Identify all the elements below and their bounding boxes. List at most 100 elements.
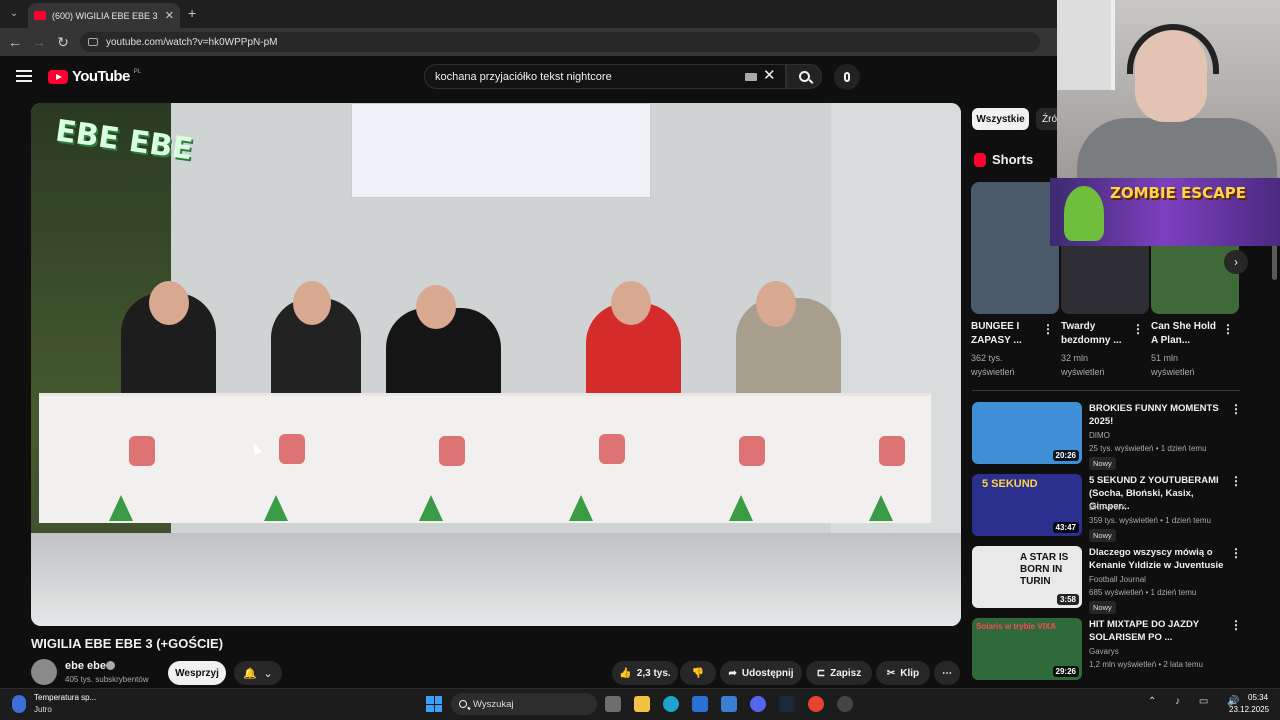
menu-icon[interactable]	[16, 70, 32, 82]
share-icon: ➦	[728, 667, 737, 679]
store-icon[interactable]	[721, 696, 737, 712]
search-input[interactable]: kochana przyjaciółko tekst nightcore	[424, 64, 786, 89]
thumbnail-text: A STAR IS BORN IN TURIN	[1020, 552, 1069, 587]
chip-all[interactable]: Wszystkie	[972, 108, 1029, 130]
task-view-icon[interactable]	[605, 696, 621, 712]
duration-badge: 29:26	[1052, 666, 1079, 677]
weather-title[interactable]: Temperatura sp...	[34, 693, 96, 702]
share-button[interactable]: ➦ Udostępnij	[720, 661, 802, 685]
duration-badge: 43:47	[1052, 522, 1079, 533]
recommended-title[interactable]: BROKIES FUNNY MOMENTS 2025!	[1089, 402, 1229, 428]
video-thumbnail[interactable]: 5 SEKUND 43:47	[972, 474, 1082, 536]
like-button[interactable]: 👍 2,3 tys.	[612, 661, 678, 685]
edge-icon[interactable]	[663, 696, 679, 712]
short-menu-icon[interactable]: ⋮	[1042, 322, 1054, 336]
url-text: youtube.com/watch?v=hk0WPPpN-pM	[106, 36, 278, 48]
mail-icon[interactable]	[692, 696, 708, 712]
duration-badge: 20:26	[1052, 450, 1079, 461]
forward-button[interactable]: →	[30, 34, 48, 50]
people-at-table	[121, 263, 841, 413]
video-thumbnail[interactable]: A STAR IS BORN IN TURIN 3:58	[972, 546, 1082, 608]
short-thumbnail[interactable]	[971, 182, 1059, 314]
browser-tab[interactable]: (600) WIGILIA EBE EBE 3 (+GOŚC ✕	[28, 3, 180, 28]
back-button[interactable]: ←	[6, 34, 24, 50]
subscriber-count: 405 tys. subskrybentów	[65, 675, 149, 684]
duration-badge: 3:58	[1056, 594, 1079, 605]
short-title[interactable]: Can She Hold A Plan...	[1151, 320, 1221, 348]
short-title[interactable]: Twardy bezdomny ...	[1061, 320, 1131, 348]
search-icon	[798, 71, 810, 82]
search-button[interactable]	[786, 64, 822, 89]
recommended-title[interactable]: HIT MIXTAPE DO JAZDY SOLARISEM PO ...	[1089, 618, 1229, 644]
more-actions-button[interactable]: ⋯	[934, 661, 960, 685]
voice-search-button[interactable]	[834, 64, 860, 90]
obs-icon[interactable]	[837, 696, 853, 712]
shorts-title: Shorts	[992, 152, 1034, 167]
keyboard-icon[interactable]	[745, 73, 757, 81]
recommended-channel[interactable]: EKIPA WK	[1089, 503, 1127, 512]
video-player[interactable]: EBE EBE	[31, 103, 961, 626]
microphone-icon	[844, 72, 850, 82]
chrome-icon[interactable]	[808, 696, 824, 712]
section-divider	[972, 390, 1240, 391]
recommended-meta: 685 wyświetleń • 1 dzień temu	[1089, 588, 1197, 597]
shorts-next-button[interactable]: ›	[1224, 250, 1248, 274]
bell-icon: 🔔	[243, 667, 257, 680]
share-label: Udostępnij	[741, 667, 794, 679]
dislike-button[interactable]: 👎	[680, 661, 716, 685]
taskbar-search[interactable]: Wyszukaj	[451, 693, 597, 715]
new-badge: Nowy	[1089, 601, 1116, 614]
new-badge: Nowy	[1089, 457, 1116, 470]
video-thumbnail[interactable]: Solaris w trybie VIXA 29:26	[972, 618, 1082, 680]
clip-button[interactable]: ✂ Klip	[876, 661, 930, 685]
recommended-meta: 1,2 mln wyświetleń • 2 lata temu	[1089, 660, 1203, 669]
short-menu-icon[interactable]: ⋮	[1222, 322, 1234, 336]
thumbs-up-icon: 👍	[619, 667, 632, 679]
recommended-title[interactable]: Dlaczego wszyscy mówią o Kenanie Yıldizi…	[1089, 546, 1229, 572]
notification-bell-button[interactable]: 🔔 ⌄	[234, 661, 282, 685]
projected-screen	[351, 103, 651, 198]
video-menu-icon[interactable]: ⋮	[1230, 474, 1242, 488]
verified-icon	[106, 661, 115, 670]
recommended-channel[interactable]: Gavarys	[1089, 647, 1119, 656]
recommended-meta: 359 tys. wyświetleń • 1 dzień temu	[1089, 516, 1211, 525]
video-menu-icon[interactable]: ⋮	[1230, 546, 1242, 560]
clock-time[interactable]: 05:34	[1248, 693, 1268, 702]
tab-close-icon[interactable]: ✕	[165, 9, 174, 22]
start-button-icon[interactable]	[426, 696, 442, 712]
clock-date[interactable]: 23.12.2025	[1229, 705, 1269, 714]
address-bar[interactable]: youtube.com/watch?v=hk0WPPpN-pM	[80, 32, 1040, 52]
support-button[interactable]: Wesprzyj	[168, 661, 226, 685]
youtube-logo[interactable]: YouTube PL	[48, 68, 141, 85]
channel-name[interactable]: ebe ebe	[65, 660, 106, 672]
tab-search-menu-button[interactable]: ⌄	[6, 6, 22, 22]
zombie-character-icon	[1064, 186, 1104, 241]
file-explorer-icon[interactable]	[634, 696, 650, 712]
save-button[interactable]: ⊏ Zapisz	[806, 661, 872, 685]
like-count: 2,3 tys.	[636, 667, 671, 679]
clear-search-icon[interactable]: ✕	[763, 66, 776, 84]
shorts-icon	[974, 152, 986, 167]
short-menu-icon[interactable]: ⋮	[1132, 322, 1144, 336]
channel-avatar[interactable]	[31, 659, 57, 685]
video-menu-icon[interactable]: ⋮	[1230, 618, 1242, 632]
webcam-overlay	[1057, 0, 1280, 178]
floor	[31, 533, 961, 626]
discord-icon[interactable]	[750, 696, 766, 712]
thumbnail-text: Solaris w trybie VIXA	[976, 622, 1057, 631]
video-menu-icon[interactable]: ⋮	[1230, 402, 1242, 416]
recommended-channel[interactable]: Football Journal	[1089, 575, 1146, 584]
site-info-icon[interactable]	[88, 38, 98, 46]
short-title[interactable]: BUNGEE I ZAPASY ...	[971, 320, 1041, 348]
steam-icon[interactable]	[779, 696, 795, 712]
search-icon	[459, 700, 467, 708]
thermometer-icon[interactable]	[12, 695, 26, 713]
short-views: 362 tys. wyświetleń	[971, 353, 1015, 377]
new-tab-button[interactable]: +	[188, 5, 196, 21]
video-thumbnail[interactable]: 20:26	[972, 402, 1082, 464]
reload-button[interactable]: ↻	[54, 34, 72, 50]
shorts-heading: Shorts	[974, 152, 1033, 167]
recommended-channel[interactable]: DIMO	[1089, 431, 1110, 440]
weather-subtitle: Jutro	[34, 705, 52, 714]
banner-title: ZOMBIE ESCAPE	[1110, 184, 1246, 202]
